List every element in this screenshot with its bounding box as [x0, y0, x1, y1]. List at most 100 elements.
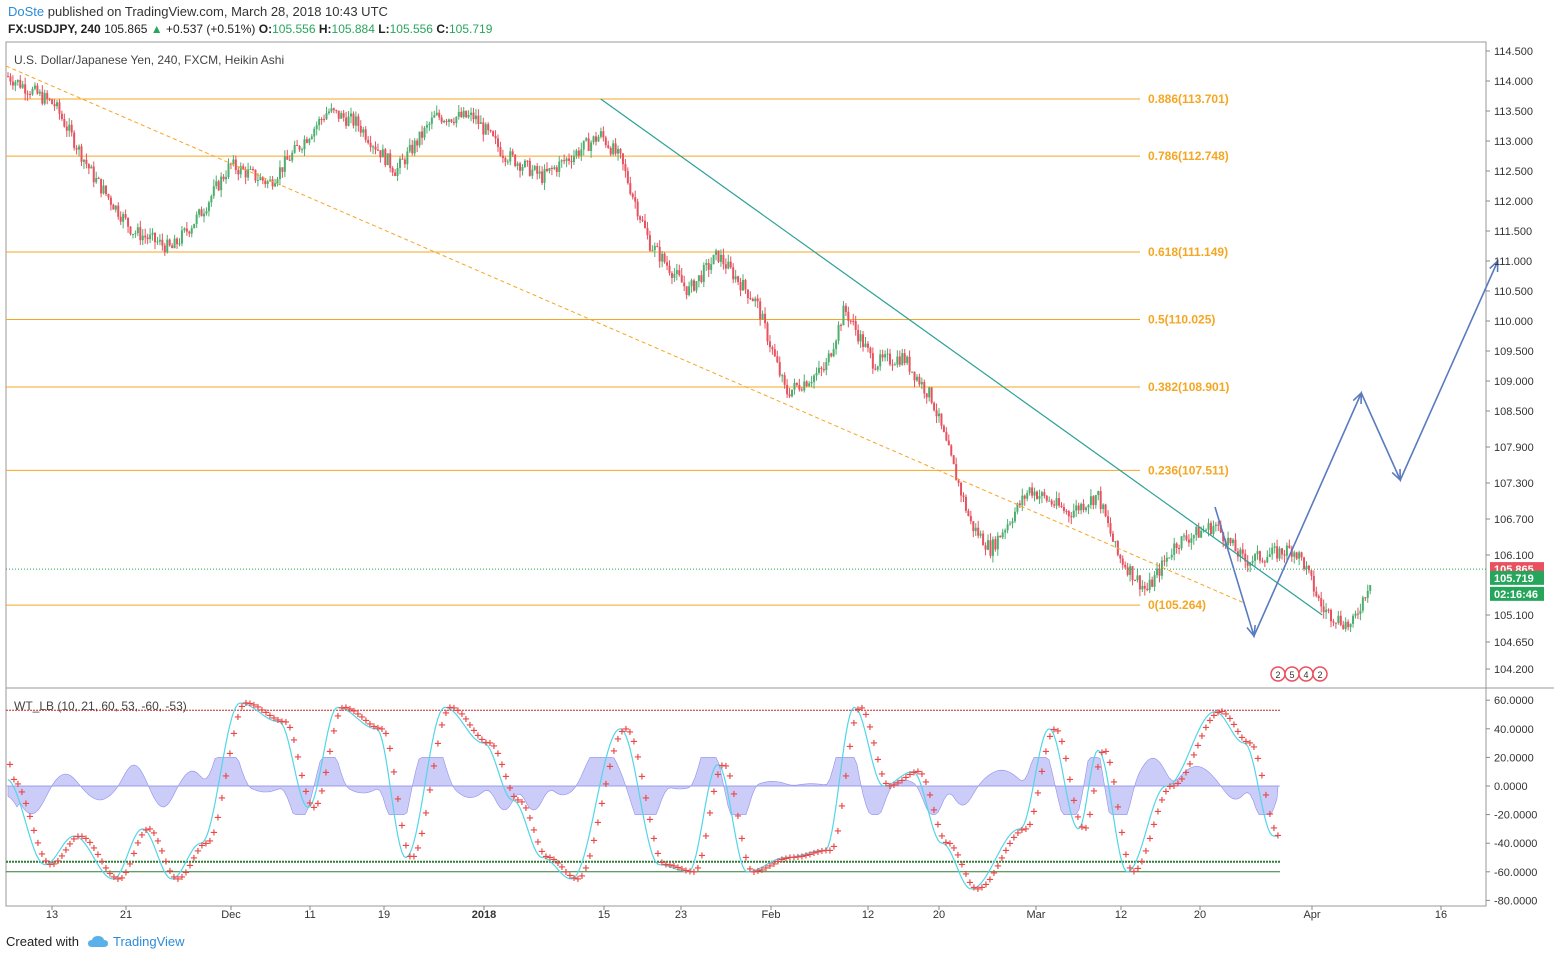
candle-body [999, 535, 1002, 538]
candle-body [592, 136, 595, 143]
candle-body [445, 120, 448, 122]
candle-body [822, 368, 825, 371]
candle-body [325, 113, 328, 120]
candle-body [639, 216, 642, 220]
candle-body [379, 150, 382, 158]
candle-body [582, 140, 585, 150]
candle-body [1317, 596, 1320, 599]
candle-body [237, 170, 240, 175]
candle-body [1268, 554, 1271, 558]
candle-body [889, 353, 891, 365]
candle-body [1322, 606, 1325, 613]
wt2-marker: + [1142, 846, 1150, 857]
candle-body [308, 138, 311, 143]
candle-body [14, 82, 17, 86]
candle-body [489, 130, 492, 132]
candle-body [788, 394, 791, 397]
wt2-marker: + [698, 850, 706, 861]
quote-header: FX:USDJPY, 240 105.865 ▲ +0.537 (+0.51%)… [8, 22, 492, 36]
wt2-marker: + [694, 863, 702, 874]
candle-body [1036, 491, 1038, 499]
author-link[interactable]: DoSte [8, 4, 44, 19]
candle-body [778, 362, 781, 376]
candle-body [675, 270, 678, 274]
candle-body [1102, 504, 1105, 510]
tradingview-link[interactable]: TradingView [113, 934, 185, 949]
candle-body [1099, 491, 1102, 510]
candle-body [751, 298, 754, 302]
candle-body [1109, 523, 1112, 534]
candle-body [1138, 575, 1141, 590]
candle-body [63, 118, 66, 127]
wt2-marker: + [502, 772, 510, 783]
candle-body [903, 353, 906, 364]
candle-body [989, 540, 992, 556]
candle-body [991, 539, 994, 556]
candle-body [212, 186, 215, 197]
wt2-marker: + [594, 817, 602, 828]
candle-body [1097, 491, 1100, 496]
wt2-marker: + [870, 738, 878, 749]
candle-body [604, 137, 607, 146]
candle-body [1293, 552, 1296, 557]
candle-body [337, 110, 340, 119]
candle-body [362, 129, 365, 133]
osc-tick-label: 40.0000 [1494, 724, 1534, 736]
candle-body [1104, 504, 1107, 517]
candle-body [381, 149, 384, 158]
candle-body [840, 324, 842, 326]
candle-body [781, 375, 784, 377]
candle-body [274, 183, 277, 187]
candle-body [1170, 554, 1173, 558]
candle-body [291, 152, 294, 161]
candle-body [803, 381, 806, 391]
wt2-marker: + [590, 835, 598, 846]
candle-body [837, 324, 840, 341]
wt2-marker: + [526, 813, 534, 824]
candle-body [964, 496, 967, 511]
wt2-marker: + [610, 746, 618, 757]
candle-body [680, 275, 683, 283]
wt2-marker: + [1258, 770, 1266, 781]
candle-body [139, 227, 142, 241]
candle-body [403, 159, 406, 165]
candle-body [886, 353, 889, 355]
candle-body [1364, 597, 1367, 599]
candle-body [688, 286, 691, 296]
candle-body [1300, 552, 1303, 558]
candle-body [198, 209, 201, 215]
candle-body [1070, 516, 1073, 518]
candle-body [1327, 609, 1330, 611]
candle-body [462, 110, 465, 117]
candle-body [1310, 570, 1313, 576]
candle-body [879, 354, 882, 367]
candle-body [526, 160, 529, 162]
candle-body [43, 93, 46, 104]
candle-body [372, 146, 375, 148]
candle-body [109, 197, 112, 205]
candle-body [386, 153, 389, 166]
candle-body [1234, 539, 1237, 552]
wt2-marker: + [1190, 750, 1198, 761]
indicator-title[interactable]: WT_LB (10, 21, 60, 53, -60, -53) [14, 699, 187, 713]
candle-body [756, 298, 759, 302]
candle-body [384, 149, 387, 166]
price-tick-label: 106.100 [1494, 550, 1534, 562]
candle-body [651, 250, 654, 252]
candle-body [1094, 495, 1097, 505]
price-tick-label: 114.000 [1494, 76, 1533, 88]
candle-body [800, 389, 803, 391]
fib-label: 0.5(110.025) [1148, 313, 1215, 327]
fib-label: 0.618(111.149) [1148, 245, 1228, 259]
candle-body [553, 167, 556, 169]
candle-body [168, 239, 171, 246]
candle-body [847, 311, 850, 321]
candle-body [1060, 505, 1063, 508]
wt2-marker: + [298, 770, 306, 781]
wt2-marker: + [1094, 762, 1102, 773]
candle-body [38, 91, 41, 94]
candle-body [1077, 505, 1080, 511]
candle-body [161, 239, 164, 246]
candle-body [1192, 535, 1195, 539]
candle-body [1342, 624, 1345, 629]
